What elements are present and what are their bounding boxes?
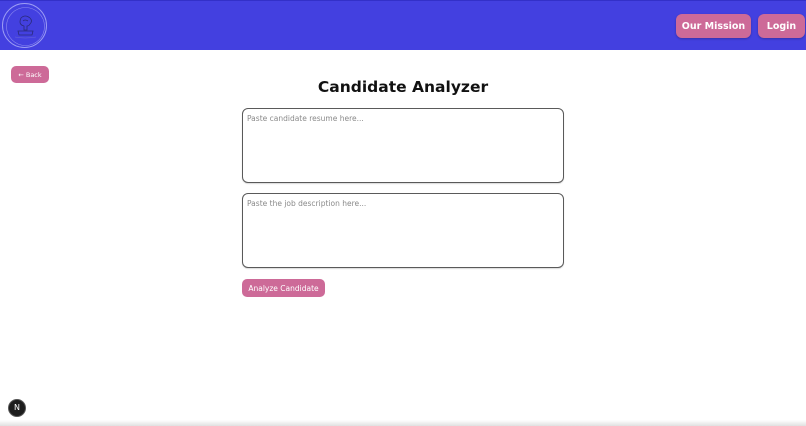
our-mission-button[interactable]: Our Mission <box>676 14 751 38</box>
analyze-candidate-button[interactable]: Analyze Candidate <box>242 279 325 297</box>
brain-logo-icon[interactable] <box>2 3 47 48</box>
top-navbar: Our Mission Login <box>0 0 806 50</box>
job-description-input[interactable] <box>242 193 564 268</box>
resume-input[interactable] <box>242 108 564 183</box>
nextjs-icon[interactable]: N <box>8 399 26 417</box>
page-title: Candidate Analyzer <box>317 78 489 96</box>
page: Our Mission Login ← Back Candidate Analy… <box>0 0 806 426</box>
login-button[interactable]: Login <box>758 14 805 38</box>
bottom-edge-shadow <box>0 420 806 426</box>
